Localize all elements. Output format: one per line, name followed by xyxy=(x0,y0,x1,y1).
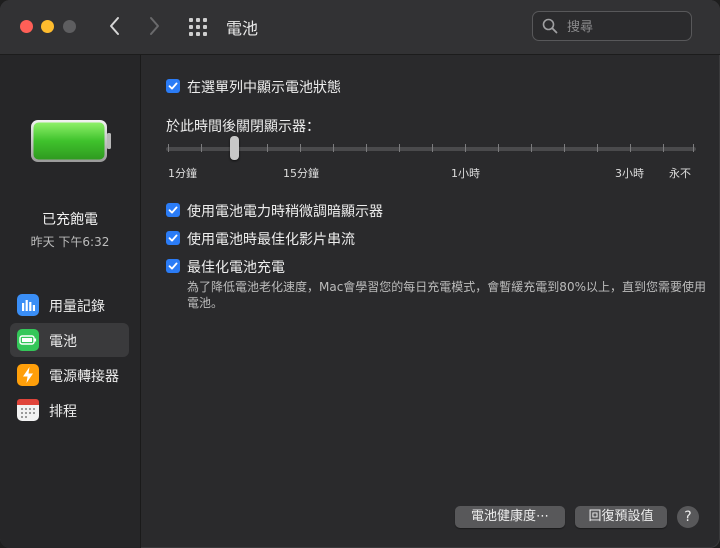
slider-tick xyxy=(333,144,334,152)
slider-tick xyxy=(399,144,400,152)
slider-tick xyxy=(663,144,664,152)
toolbar: 電池 xyxy=(0,0,720,55)
help-button[interactable]: ? xyxy=(677,506,699,528)
sidebar-item-usage-history[interactable]: 用量記錄 xyxy=(10,288,129,322)
slider-tick xyxy=(564,144,565,152)
slider-label-3hours: 3小時 xyxy=(615,167,644,180)
back-chevron-icon[interactable] xyxy=(103,12,127,40)
dim-display-checkbox[interactable] xyxy=(166,203,180,217)
main-pane: 在選單列中顯示電池狀態 於此時間後關閉顯示器： 1分鐘 15分鐘 1小時 3小時… xyxy=(141,55,720,548)
close-window-button[interactable] xyxy=(20,20,33,33)
optimize-charging-description: 為了降低電池老化速度，Mac會學習您的每日充電模式，會暫緩充電到80%以上，直到… xyxy=(187,280,706,310)
sidebar: 已充飽電 昨天 下午6:32 用量記錄 電池 電源轉接器 排程 xyxy=(0,55,141,548)
bar-chart-icon xyxy=(17,294,39,316)
battery-icon xyxy=(17,329,39,351)
display-off-label: 於此時間後關閉顯示器： xyxy=(166,119,320,135)
minimize-window-button[interactable] xyxy=(41,20,54,33)
optimize-video-checkbox[interactable] xyxy=(166,231,180,245)
slider-label-1min: 1分鐘 xyxy=(168,167,197,180)
preferences-window: 電池 搜尋 已充飽電 昨天 下午6:32 用量記錄 電池 電源轉接器 排程 在選… xyxy=(0,0,720,548)
sidebar-item-schedule[interactable]: 排程 xyxy=(10,393,129,427)
battery-status-time: 昨天 下午6:32 xyxy=(30,235,110,249)
search-icon xyxy=(542,18,558,34)
sidebar-item-label: 排程 xyxy=(49,404,77,420)
battery-full-icon xyxy=(31,120,111,162)
slider-tick xyxy=(201,144,202,152)
lightning-icon xyxy=(17,364,39,386)
show-in-menubar-label: 在選單列中顯示電池狀態 xyxy=(187,80,341,96)
slider-label-never: 永不 xyxy=(669,167,691,180)
slider-tick xyxy=(498,144,499,152)
sidebar-item-battery[interactable]: 電池 xyxy=(10,323,129,357)
show-in-menubar-checkbox[interactable] xyxy=(166,79,180,93)
calendar-icon xyxy=(17,399,39,421)
slider-tick xyxy=(630,144,631,152)
forward-chevron-icon[interactable] xyxy=(142,12,166,40)
sidebar-item-label: 電池 xyxy=(49,334,77,350)
slider-label-15min: 15分鐘 xyxy=(283,167,319,180)
sidebar-item-label: 電源轉接器 xyxy=(49,369,119,385)
battery-health-button[interactable]: 電池健康度⋯ xyxy=(455,506,565,528)
zoom-window-button[interactable] xyxy=(63,20,76,33)
slider-tick xyxy=(168,144,169,152)
dim-display-label: 使用電池電力時稍微調暗顯示器 xyxy=(187,204,383,220)
slider-tick xyxy=(465,144,466,152)
slider-tick xyxy=(300,144,301,152)
slider-knob[interactable] xyxy=(230,136,239,160)
slider-tick xyxy=(366,144,367,152)
sidebar-item-power-adapter[interactable]: 電源轉接器 xyxy=(10,358,129,392)
slider-tick xyxy=(693,144,694,152)
slider-label-1hour: 1小時 xyxy=(451,167,480,180)
slider-tick xyxy=(597,144,598,152)
restore-defaults-button[interactable]: 回復預設值 xyxy=(575,506,667,528)
show-all-grid-icon[interactable] xyxy=(189,18,209,36)
slider-tick xyxy=(531,144,532,152)
battery-status-text: 已充飽電 xyxy=(42,212,98,228)
search-field[interactable] xyxy=(532,11,692,41)
slider-tick xyxy=(432,144,433,152)
optimize-video-label: 使用電池時最佳化影片串流 xyxy=(187,232,355,248)
slider-tick xyxy=(267,144,268,152)
search-input[interactable] xyxy=(565,16,689,38)
slider-track xyxy=(166,147,696,151)
display-off-slider[interactable] xyxy=(166,135,696,165)
sidebar-item-label: 用量記錄 xyxy=(49,299,105,315)
window-title: 電池 xyxy=(226,19,259,38)
optimize-charging-checkbox[interactable] xyxy=(166,259,180,273)
optimize-charging-label: 最佳化電池充電 xyxy=(187,260,285,276)
